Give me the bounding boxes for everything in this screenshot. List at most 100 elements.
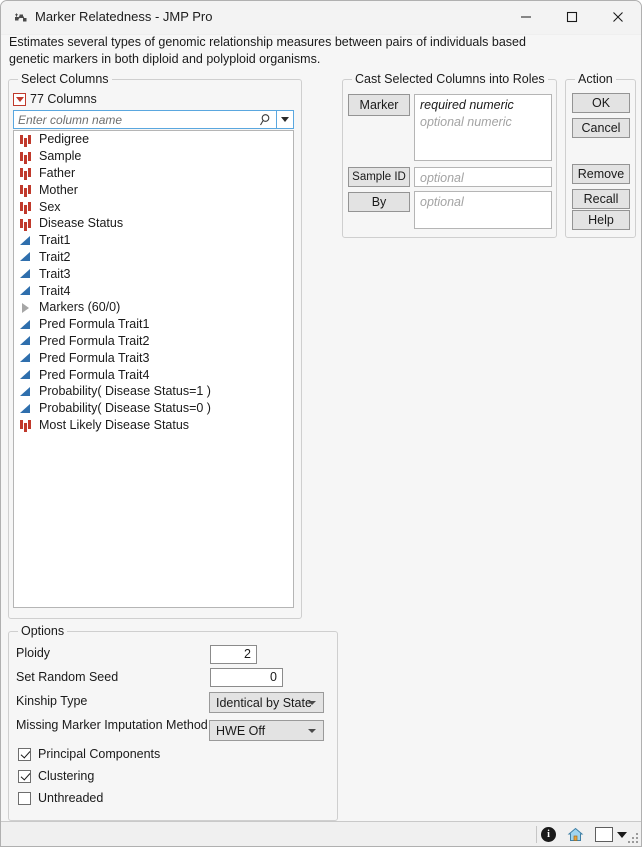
search-placeholder: Enter column name <box>18 112 123 127</box>
list-item[interactable]: Trait3 <box>14 265 293 282</box>
nominal-column-icon <box>19 183 33 196</box>
list-item[interactable]: Probability( Disease Status=0 ) <box>14 400 293 417</box>
resize-grip[interactable] <box>627 832 639 844</box>
marker-role-box[interactable]: required numeric optional numeric <box>414 94 552 161</box>
list-item[interactable]: Pred Formula Trait1 <box>14 316 293 333</box>
list-item[interactable]: Disease Status <box>14 215 293 232</box>
group-column-icon[interactable] <box>19 301 33 314</box>
cast-roles-title: Cast Selected Columns into Roles <box>352 72 548 86</box>
list-item-label: Pred Formula Trait2 <box>39 333 150 348</box>
by-role-box[interactable]: optional <box>414 191 552 229</box>
info-icon[interactable]: i <box>541 827 556 842</box>
sample-id-role-box[interactable]: optional <box>414 167 552 187</box>
color-swatch-button[interactable] <box>595 827 613 842</box>
list-item-label: Father <box>39 165 76 180</box>
list-item-label: Trait4 <box>39 283 71 298</box>
unthreaded-checkbox[interactable]: Unthreaded <box>18 791 103 805</box>
chevron-down-icon <box>308 700 316 705</box>
marker-role-button[interactable]: Marker <box>348 94 410 116</box>
list-item-label: Probability( Disease Status=0 ) <box>39 401 211 416</box>
minimize-icon[interactable] <box>503 1 549 33</box>
kinship-type-value: Identical by State <box>216 695 312 710</box>
imputation-method-select[interactable]: HWE Off <box>209 720 324 741</box>
ploidy-label: Ploidy <box>16 646 51 660</box>
nominal-column-icon <box>19 200 33 213</box>
list-item[interactable]: Trait4 <box>14 282 293 299</box>
dialog-description: Estimates several types of genomic relat… <box>9 35 526 66</box>
list-item-label: Probability( Disease Status=1 ) <box>39 384 211 399</box>
checkbox-box <box>18 769 31 783</box>
list-item[interactable]: Markers (60/0) <box>14 299 293 316</box>
home-icon[interactable] <box>567 826 584 843</box>
list-item[interactable]: Sex <box>14 198 293 215</box>
continuous-column-icon <box>19 318 33 331</box>
list-item[interactable]: Trait1 <box>14 232 293 249</box>
principal-components-checkbox[interactable]: Principal Components <box>18 747 160 761</box>
list-item[interactable]: Mother <box>14 181 293 198</box>
list-item-label: Sample <box>39 149 82 164</box>
continuous-column-icon <box>19 284 33 297</box>
close-icon[interactable] <box>595 1 641 33</box>
options-title: Options <box>18 624 68 638</box>
help-button[interactable]: Help <box>572 210 630 230</box>
cancel-button[interactable]: Cancel <box>572 118 630 138</box>
list-item[interactable]: Father <box>14 165 293 182</box>
search-input[interactable]: Enter column name <box>13 110 276 129</box>
title-bar: Marker Relatedness - JMP Pro <box>1 1 641 35</box>
list-item-label: Sex <box>39 199 61 214</box>
list-item[interactable]: Pedigree <box>14 131 293 148</box>
remove-button[interactable]: Remove <box>572 164 630 184</box>
kinship-type-select[interactable]: Identical by State <box>209 692 324 713</box>
recall-button[interactable]: Recall <box>572 189 630 209</box>
list-item[interactable]: Sample <box>14 148 293 165</box>
nominal-column-icon <box>19 133 33 146</box>
column-list[interactable]: Pedigree Sample Father Mother Sex Disease Sta… <box>13 130 294 608</box>
imputation-method-value: HWE Off <box>216 723 266 738</box>
jmp-marker-icon <box>12 9 30 27</box>
list-item-label: Trait3 <box>39 266 71 281</box>
list-item[interactable]: Most Likely Disease Status <box>14 417 293 434</box>
chevron-down-icon[interactable] <box>13 92 26 106</box>
list-item-label: Pred Formula Trait1 <box>39 317 150 332</box>
search-dropdown-button[interactable] <box>276 110 294 129</box>
continuous-column-icon <box>19 385 33 398</box>
nominal-column-icon <box>19 217 33 230</box>
by-role-button[interactable]: By <box>348 192 410 212</box>
dialog-window: Marker Relatedness - JMP Pro Estimates s… <box>0 0 642 847</box>
list-item[interactable]: Probability( Disease Status=1 ) <box>14 383 293 400</box>
clustering-checkbox[interactable]: Clustering <box>18 769 94 783</box>
random-seed-label: Set Random Seed <box>16 670 119 684</box>
sample-id-role-button[interactable]: Sample ID <box>348 167 410 187</box>
list-item-label: Pred Formula Trait4 <box>39 367 150 382</box>
principal-components-label: Principal Components <box>38 747 161 761</box>
chevron-down-icon[interactable] <box>617 832 627 838</box>
maximize-icon[interactable] <box>549 1 595 33</box>
list-item[interactable]: Pred Formula Trait3 <box>14 349 293 366</box>
ploidy-input[interactable]: 2 <box>210 645 257 664</box>
marker-required-hint: required numeric <box>420 98 514 112</box>
list-item-label: Trait2 <box>39 249 71 264</box>
list-item[interactable]: Pred Formula Trait4 <box>14 366 293 383</box>
list-item-label: Mother <box>39 182 78 197</box>
by-hint: optional <box>420 195 464 209</box>
clustering-label: Clustering <box>38 769 95 783</box>
status-bar: i <box>1 821 641 846</box>
nominal-column-icon <box>19 418 33 431</box>
list-item[interactable]: Trait2 <box>14 249 293 266</box>
status-separator <box>536 826 537 843</box>
by-role-label: By <box>371 195 387 209</box>
sample-id-hint: optional <box>420 171 464 185</box>
marker-role-label: Marker <box>359 98 399 112</box>
checkbox-box <box>18 791 31 805</box>
list-item[interactable]: Pred Formula Trait2 <box>14 333 293 350</box>
continuous-column-icon <box>19 234 33 247</box>
continuous-column-icon <box>19 334 33 347</box>
list-item-label: Most Likely Disease Status <box>39 417 190 432</box>
ok-button[interactable]: OK <box>572 93 630 113</box>
list-item-label: Disease Status <box>39 216 124 231</box>
columns-count-header[interactable]: 77 Columns <box>13 92 97 106</box>
select-columns-title: Select Columns <box>18 72 112 86</box>
continuous-column-icon <box>19 351 33 364</box>
random-seed-input[interactable]: 0 <box>210 668 283 687</box>
imputation-method-label: Missing Marker Imputation Method <box>16 718 208 732</box>
